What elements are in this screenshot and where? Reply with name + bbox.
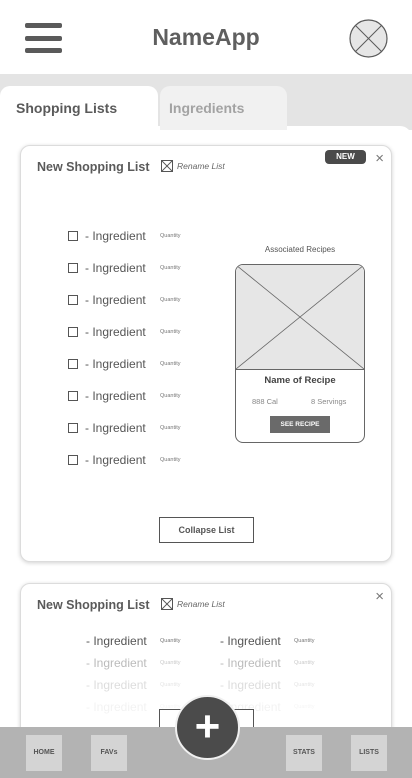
ingredient-row: - Ingredient Quantity (68, 389, 180, 403)
ingredient-item: - Ingredient Quantity (86, 678, 180, 692)
ingredient-item: - Ingredient Quantity (220, 678, 314, 692)
ingredient-item: - Ingredient Quantity (220, 656, 314, 670)
list-title: New Shopping List (37, 598, 150, 612)
tab-ingredients[interactable]: Ingredients (160, 86, 287, 130)
new-badge: NEW (325, 150, 366, 164)
ingredient-checkbox[interactable] (68, 263, 78, 273)
rename-checkbox-icon (161, 598, 173, 610)
see-recipe-button[interactable]: SEE RECIPE (270, 416, 330, 433)
ingredient-row: - Ingredient Quantity (68, 421, 180, 435)
list-title: New Shopping List (37, 160, 150, 174)
ingredient-label: - Ingredient (220, 656, 281, 670)
nav-lists-button[interactable]: LISTS (351, 735, 387, 771)
recipe-image-placeholder-icon (236, 265, 364, 370)
add-list-button[interactable]: + (175, 695, 240, 760)
ingredient-item: - Ingredient Quantity (220, 634, 314, 648)
ingredient-label: - Ingredient (220, 634, 281, 648)
close-icon[interactable]: × (375, 589, 384, 604)
close-icon[interactable]: × (375, 151, 384, 166)
ingredient-checkbox[interactable] (68, 295, 78, 305)
ingredient-label: - Ingredient (86, 678, 147, 692)
ingredient-quantity: Quantity (160, 329, 181, 335)
ingredient-row: - Ingredient Quantity (68, 453, 180, 467)
recipe-calories: 888 Cal (252, 397, 278, 406)
ingredient-label: - Ingredient (85, 421, 146, 435)
ingredient-quantity: Quantity (160, 265, 181, 271)
rename-list-label: Rename List (177, 161, 225, 171)
ingredient-label: - Ingredient (85, 325, 146, 339)
ingredient-checkbox[interactable] (68, 455, 78, 465)
associated-recipes-heading: Associated Recipes (264, 245, 336, 254)
ingredient-label: - Ingredient (85, 293, 146, 307)
ingredient-quantity: Quantity (294, 660, 315, 666)
ingredient-quantity: Quantity (160, 638, 181, 644)
collapse-list-button[interactable]: Collapse List (159, 517, 254, 543)
ingredient-quantity: Quantity (294, 638, 315, 644)
ingredient-quantity: Quantity (160, 233, 181, 239)
ingredient-label: - Ingredient (86, 656, 147, 670)
recipe-card[interactable]: Name of Recipe 888 Cal 8 Servings SEE RE… (235, 264, 365, 443)
ingredient-quantity: Quantity (160, 361, 181, 367)
recipe-name: Name of Recipe (264, 375, 336, 386)
ingredient-row: - Ingredient Quantity (68, 325, 180, 339)
ingredient-quantity: Quantity (160, 297, 181, 303)
rename-list-button[interactable]: Rename List (161, 598, 225, 610)
ingredient-label: - Ingredient (85, 229, 146, 243)
ingredient-checkbox[interactable] (68, 391, 78, 401)
ingredient-item: - Ingredient Quantity (86, 634, 180, 648)
ingredient-quantity: Quantity (160, 425, 181, 431)
ingredient-quantity: Quantity (160, 660, 181, 666)
ingredient-quantity: Quantity (294, 682, 315, 688)
ingredient-label: - Ingredient (85, 453, 146, 467)
rename-list-label: Rename List (177, 599, 225, 609)
ingredient-row: - Ingredient Quantity (68, 229, 180, 243)
ingredient-quantity: Quantity (160, 393, 181, 399)
ingredient-quantity: Quantity (160, 682, 181, 688)
nav-stats-button[interactable]: STATS (286, 735, 322, 771)
ingredient-checkbox[interactable] (68, 359, 78, 369)
recipe-servings: 8 Servings (311, 397, 347, 406)
ingredient-item: - Ingredient Quantity (86, 656, 180, 670)
shopping-list-card: New Shopping List Rename List NEW × - In… (20, 145, 392, 562)
ingredient-label: - Ingredient (86, 634, 147, 648)
ingredient-quantity: Quantity (294, 704, 315, 710)
rename-checkbox-icon (161, 160, 173, 172)
rename-list-button[interactable]: Rename List (161, 160, 225, 172)
ingredient-label: - Ingredient (220, 678, 281, 692)
nav-favs-button[interactable]: FAVs (91, 735, 127, 771)
ingredient-checkbox[interactable] (68, 423, 78, 433)
ingredient-checkbox[interactable] (68, 327, 78, 337)
ingredient-label: - Ingredient (85, 389, 146, 403)
ingredient-label: - Ingredient (85, 357, 146, 371)
ingredient-label: - Ingredient (86, 700, 147, 714)
ingredient-row: - Ingredient Quantity (68, 293, 180, 307)
tab-shopping-lists[interactable]: Shopping Lists (0, 86, 158, 130)
ingredient-item: - Ingredient Quantity (86, 700, 180, 714)
ingredient-label: - Ingredient (85, 261, 146, 275)
ingredient-quantity: Quantity (160, 457, 181, 463)
ingredient-row: - Ingredient Quantity (68, 357, 180, 371)
nav-home-button[interactable]: HOME (26, 735, 62, 771)
ingredient-row: - Ingredient Quantity (68, 261, 180, 275)
app-header: NameApp (0, 0, 412, 74)
avatar-placeholder-icon[interactable] (349, 19, 388, 58)
ingredient-checkbox[interactable] (68, 231, 78, 241)
